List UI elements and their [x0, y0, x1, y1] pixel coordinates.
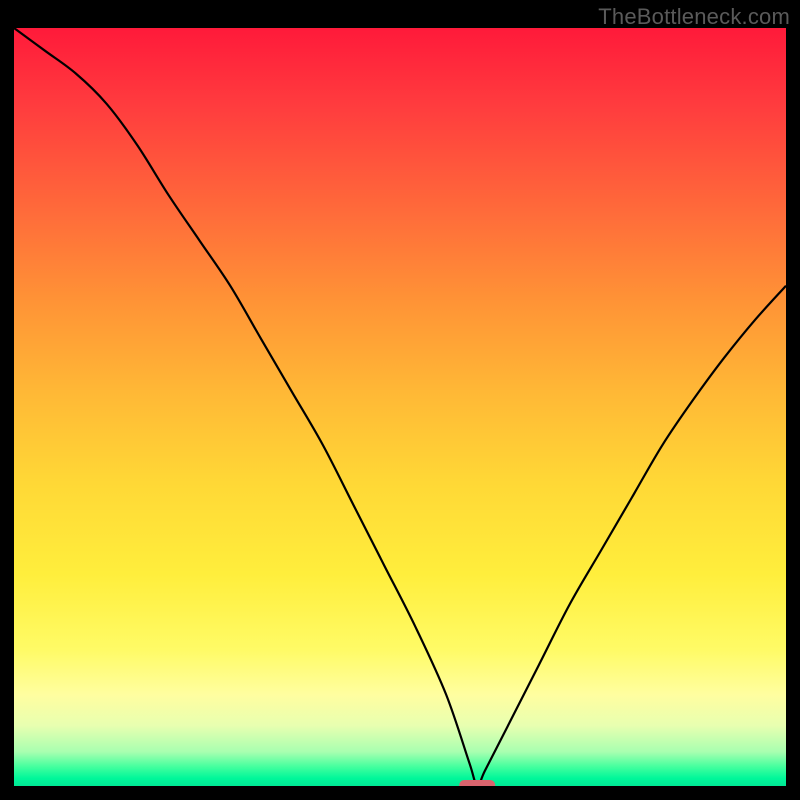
- watermark-text: TheBottleneck.com: [598, 4, 790, 30]
- plot-area: [14, 28, 786, 786]
- curve-svg: [14, 28, 786, 786]
- bottleneck-chart: TheBottleneck.com: [0, 0, 800, 800]
- minimum-marker: [459, 780, 495, 786]
- bottleneck-curve: [14, 28, 786, 786]
